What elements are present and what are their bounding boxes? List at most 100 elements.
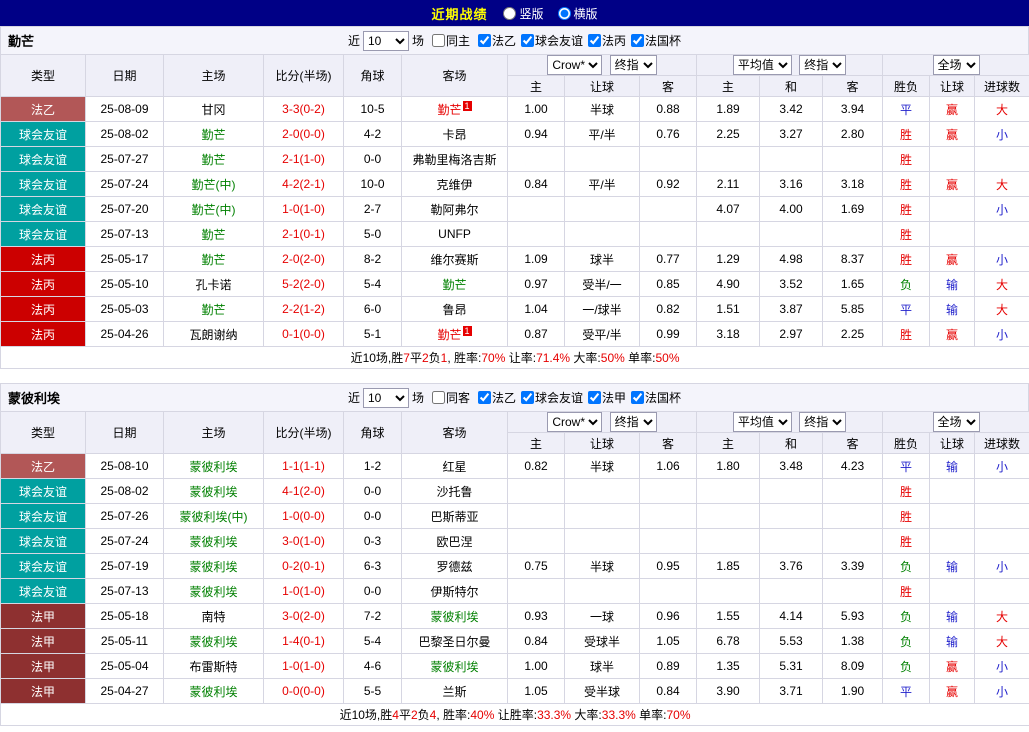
team-name-link[interactable]: 勤芒 [201,253,225,267]
league-filter-checkbox[interactable] [477,34,491,47]
layout-radio-vertical[interactable]: 竖版 [503,5,544,22]
average-select[interactable]: 平均值 [732,412,792,432]
odds-period-select[interactable]: 终指 [609,55,657,75]
team-name-link[interactable]: 勤芒 [442,278,466,292]
same-venue-filter[interactable]: 同客 [427,389,470,406]
odds-away-cell [638,196,698,222]
match-count-select[interactable]: 10 [362,387,409,408]
team-name-link[interactable]: 孔卡诺 [195,278,231,292]
team-name-link[interactable]: 蒙彼利埃 [430,610,478,624]
odds-period-select[interactable]: 终指 [609,412,657,432]
league-filter-checkbox[interactable] [588,34,602,47]
same-venue-filter[interactable]: 同主 [427,32,470,49]
team-name-link[interactable]: 勤芒(中) [192,178,236,192]
result-handicap-cell: 输 [929,553,976,579]
odds-home-cell [507,221,565,247]
scope-select[interactable]: 全场 [932,55,980,75]
team-name-link[interactable]: 蒙彼利埃 [189,635,237,649]
result-handicap-cell: 输 [929,296,976,322]
score-cell: 4-2(2-1) [263,171,344,197]
league-filter-checkbox[interactable] [631,34,645,47]
league-filter-法乙[interactable]: 法乙 [473,32,516,49]
league-filter-球会友谊[interactable]: 球会友谊 [516,32,583,49]
layout-radio-horizontal[interactable]: 横版 [557,5,598,22]
league-filter-checkbox[interactable] [631,391,645,404]
date-cell: 25-07-13 [85,221,164,247]
team-name-link[interactable]: 蒙彼利埃 [189,585,237,599]
team-name-link[interactable]: 勤芒 [201,153,225,167]
team-name-link[interactable]: 勤芒 [437,103,461,117]
match-row: 球会友谊 25-07-13 勤芒 2-1(0-1) 5-0 UNFP 胜 [0,221,1029,247]
avg-period-select[interactable]: 终指 [799,412,847,432]
team-name-link[interactable]: 勤芒(中) [192,203,236,217]
odds-away-cell: 1.05 [638,628,698,654]
league-filter-法丙[interactable]: 法丙 [583,32,626,49]
league-filter-checkbox[interactable] [477,391,491,404]
col-header-result-handicap: 让球 [929,75,976,97]
odds-handicap-cell: 一球 [564,603,640,629]
layout-radio-input[interactable] [503,6,517,20]
team-name-link[interactable]: 蒙彼利埃 [430,660,478,674]
team-name-link[interactable]: 勒阿弗尔 [430,203,478,217]
league-filter-法国杯[interactable]: 法国杯 [626,389,681,406]
same-venue-checkbox[interactable] [431,34,445,47]
team-name-link[interactable]: 巴斯蒂亚 [430,510,478,524]
team-name-link[interactable]: 蒙彼利埃(中) [180,510,248,524]
avg-period-select[interactable]: 终指 [799,55,847,75]
league-filter-checkbox[interactable] [521,391,534,404]
team-name-link[interactable]: 伊斯特尔 [430,585,478,599]
team-name-link[interactable]: 瓦朗谢纳 [189,328,237,342]
bookmaker-select[interactable]: Crow* [547,55,603,75]
match-count-select[interactable]: 10 [362,30,409,51]
league-filter-checkbox[interactable] [588,391,602,404]
layout-radio-input[interactable] [557,6,571,20]
team-name-link[interactable]: 勤芒 [201,128,225,142]
odds-away-cell [638,146,698,172]
summary-text: , 胜率: [436,708,471,722]
league-filter-球会友谊[interactable]: 球会友谊 [516,389,583,406]
team-name-link[interactable]: 蒙彼利埃 [189,460,237,474]
team-name-link[interactable]: 红星 [442,460,466,474]
league-filter-法甲[interactable]: 法甲 [583,389,626,406]
team-name-link[interactable]: 欧巴涅 [436,535,472,549]
team-name-link[interactable]: 勤芒 [201,303,225,317]
date-cell: 25-07-24 [85,528,164,554]
team-name-link[interactable]: 巴黎圣日尔曼 [418,635,490,649]
odds-home-cell: 0.93 [507,603,565,629]
home-team-cell: 勤芒 [163,121,264,147]
team-name-link[interactable]: 蒙彼利埃 [189,535,237,549]
team-name-link[interactable]: 沙托鲁 [436,485,472,499]
team-name-link[interactable]: 鲁昂 [442,303,466,317]
corner-cell: 6-0 [343,296,402,322]
team-name-link[interactable]: UNFP [438,227,471,241]
team-name-link[interactable]: 蒙彼利埃 [189,560,237,574]
home-team-cell: 勤芒(中) [163,171,264,197]
avg-away-cell: 8.37 [822,246,884,272]
summary-stat-value: 33.3% [537,708,572,722]
team-name-link[interactable]: 罗德兹 [436,560,472,574]
odds-home-cell [507,503,565,529]
league-filter-法乙[interactable]: 法乙 [473,389,516,406]
bookmaker-select[interactable]: Crow* [547,412,603,432]
team-name-link[interactable]: 兰斯 [442,685,466,699]
same-venue-checkbox[interactable] [431,391,445,404]
team-name-link[interactable]: 蒙彼利埃 [189,485,237,499]
col-header-score: 比分(半场) [263,54,344,97]
team-name-link[interactable]: 勤芒 [201,228,225,242]
average-select[interactable]: 平均值 [732,55,792,75]
team-name-link[interactable]: 勤芒 [437,328,461,342]
league-filter-法国杯[interactable]: 法国杯 [626,32,681,49]
scope-select[interactable]: 全场 [932,412,980,432]
odds-away-cell: 0.99 [638,321,698,347]
team-name-link[interactable]: 蒙彼利埃 [189,685,237,699]
team-name-link[interactable]: 弗勒里梅洛吉斯 [412,153,496,167]
team-name-link[interactable]: 甘冈 [201,103,225,117]
odds-home-cell [507,196,565,222]
score-cell: 3-0(2-0) [263,603,344,629]
team-name-link[interactable]: 维尔赛斯 [430,253,478,267]
team-name-link[interactable]: 布雷斯特 [189,660,237,674]
team-name-link[interactable]: 南特 [201,610,225,624]
team-name-link[interactable]: 卡昂 [442,128,466,142]
team-name-link[interactable]: 克维伊 [436,178,472,192]
league-filter-checkbox[interactable] [521,34,534,47]
